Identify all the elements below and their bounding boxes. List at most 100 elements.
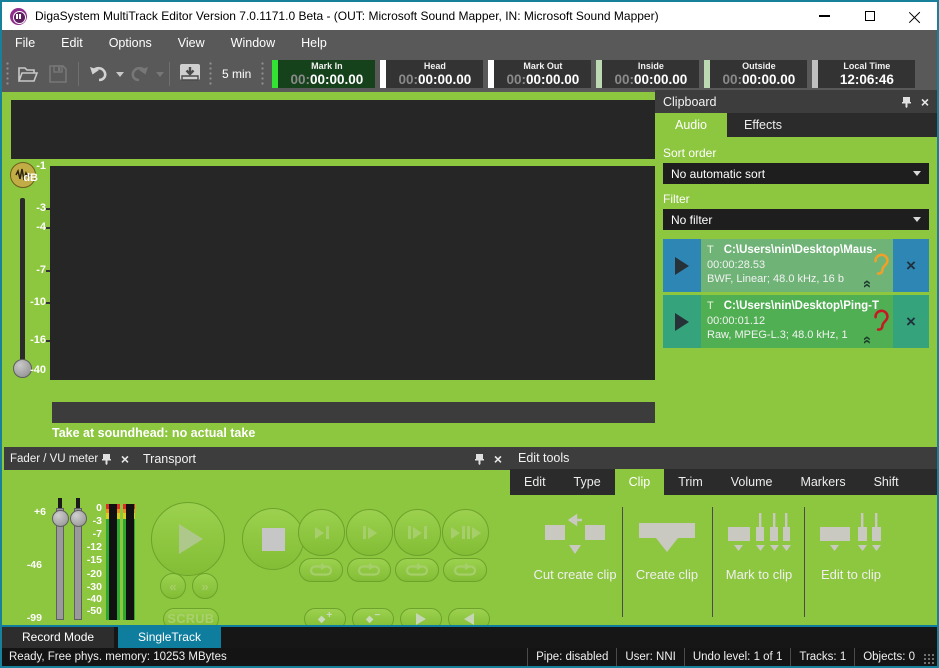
clipboard-tabs: Audio Effects xyxy=(655,113,937,137)
panel-close-icon[interactable]: × xyxy=(494,452,502,466)
waveform-display[interactable] xyxy=(50,166,657,380)
menu-view[interactable]: View xyxy=(165,30,218,56)
play-button[interactable] xyxy=(151,502,225,576)
import-button[interactable] xyxy=(175,59,205,89)
clip-play-button[interactable] xyxy=(663,295,701,348)
stop-button[interactable] xyxy=(242,508,304,570)
sort-order-select[interactable]: No automatic sort xyxy=(663,163,929,184)
toolbar-grip[interactable] xyxy=(5,61,10,87)
redo-dropdown-caret[interactable] xyxy=(156,72,164,77)
clip-item[interactable]: T C:\Users\nin\Desktop\Maus- 00:00:28.53… xyxy=(663,239,929,292)
menu-help[interactable]: Help xyxy=(288,30,340,56)
db-unit-label: dB xyxy=(18,172,38,184)
collapse-chevrons-icon[interactable]: « xyxy=(861,280,873,288)
resize-grip[interactable] xyxy=(923,653,935,665)
rewind-button[interactable]: « xyxy=(160,573,186,599)
tab-type[interactable]: Type xyxy=(560,469,615,495)
filter-value: No filter xyxy=(671,213,712,227)
panel-close-icon[interactable]: × xyxy=(121,452,129,466)
listen-ear-icon[interactable] xyxy=(873,253,890,277)
window-title: DigaSystem MultiTrack Editor Version 7.0… xyxy=(35,9,659,23)
time-display-outside[interactable]: Outside 00:00:00.00 xyxy=(704,60,807,88)
tool-label: Create clip xyxy=(636,567,698,582)
time-display-local-time[interactable]: Local Time 12:06:46 xyxy=(812,60,915,88)
tool-label: Cut create clip xyxy=(533,567,616,582)
tab-record-mode[interactable]: Record Mode xyxy=(2,627,114,648)
clip-remove-button[interactable]: × xyxy=(893,239,929,292)
time-value: 00:00.00 xyxy=(742,72,795,87)
time-value: 00:00.00 xyxy=(634,72,687,87)
undo-icon xyxy=(88,65,110,83)
menu-window[interactable]: Window xyxy=(218,30,288,56)
pin-icon[interactable] xyxy=(902,96,911,108)
tab-markers[interactable]: Markers xyxy=(786,469,859,495)
tab-effects[interactable]: Effects xyxy=(727,113,799,137)
divider xyxy=(804,507,805,617)
tab-edit[interactable]: Edit xyxy=(510,469,560,495)
create-clip-button[interactable]: Create clip xyxy=(622,509,712,582)
loop-button[interactable] xyxy=(395,558,439,582)
tool-label: Edit to clip xyxy=(821,567,881,582)
play-between-marks-button[interactable] xyxy=(394,509,441,556)
redo-button[interactable] xyxy=(124,59,154,89)
time-prefix: 00: xyxy=(398,72,418,87)
menu-edit[interactable]: Edit xyxy=(48,30,96,56)
mark-to-clip-button[interactable]: Mark to clip xyxy=(714,509,804,582)
collapse-chevrons-icon[interactable]: « xyxy=(861,336,873,344)
filter-select[interactable]: No filter xyxy=(663,209,929,230)
time-prefix: 00: xyxy=(290,72,310,87)
toolbar-grip[interactable] xyxy=(208,61,213,87)
loop-button[interactable] xyxy=(347,558,391,582)
menu-file[interactable]: File xyxy=(2,30,48,56)
time-display-head[interactable]: Head 00:00:00.00 xyxy=(380,60,483,88)
forward-button[interactable]: » xyxy=(192,573,218,599)
tab-volume[interactable]: Volume xyxy=(717,469,787,495)
time-value: 00:00.00 xyxy=(418,72,471,87)
toolbar-grip[interactable] xyxy=(260,61,265,87)
tab-singletrack[interactable]: SingleTrack xyxy=(118,627,221,648)
cut-create-clip-button[interactable]: Cut create clip xyxy=(530,509,620,582)
panel-title-text: Edit tools xyxy=(518,451,569,465)
edit-to-clip-button[interactable]: Edit to clip xyxy=(806,509,896,582)
pin-icon[interactable] xyxy=(475,453,484,465)
minimize-button[interactable] xyxy=(802,2,847,30)
undo-dropdown-caret[interactable] xyxy=(116,72,124,77)
status-user: User: NNI xyxy=(616,648,683,666)
play-to-mark-button[interactable] xyxy=(298,509,345,556)
status-objects: Objects: 0 xyxy=(854,648,923,666)
edit-tools-panel: Edit tools Edit Type Clip Trim Volume Ma… xyxy=(510,447,939,627)
tab-trim[interactable]: Trim xyxy=(664,469,717,495)
clip-play-button[interactable] xyxy=(663,239,701,292)
time-display-mark-out[interactable]: Mark Out 00:00:00.00 xyxy=(488,60,591,88)
clip-item[interactable]: T C:\Users\nin\Desktop\Ping-T 00:00:01.1… xyxy=(663,295,929,348)
save-button[interactable] xyxy=(43,59,73,89)
play-from-mark-button[interactable] xyxy=(346,509,393,556)
take-info-bar xyxy=(52,402,657,423)
open-button[interactable] xyxy=(13,59,43,89)
tab-audio[interactable]: Audio xyxy=(655,113,727,137)
panel-title-text: Fader / VU meter xyxy=(10,453,98,465)
db-zoom-slider-track[interactable] xyxy=(20,198,25,373)
app-logo-icon xyxy=(10,8,27,25)
loop-button[interactable] xyxy=(299,558,343,582)
maximize-button[interactable] xyxy=(847,2,892,30)
tab-shift[interactable]: Shift xyxy=(860,469,913,495)
panel-close-icon[interactable]: × xyxy=(921,95,929,109)
menu-options[interactable]: Options xyxy=(96,30,165,56)
listen-ear-icon[interactable] xyxy=(873,309,890,333)
time-display-inside[interactable]: Inside 00:00:00.00 xyxy=(596,60,699,88)
maximize-icon xyxy=(865,11,875,21)
time-display-mark-in[interactable]: Mark In 00:00:00.00 xyxy=(272,60,375,88)
track-header-bar[interactable] xyxy=(11,100,657,159)
undo-button[interactable] xyxy=(84,59,114,89)
loop-button[interactable] xyxy=(443,558,487,582)
close-button[interactable] xyxy=(892,2,937,30)
play-around-mark-button[interactable] xyxy=(442,509,489,556)
minimize-icon xyxy=(819,15,830,17)
clip-remove-button[interactable]: × xyxy=(893,295,929,348)
next-marker-icon xyxy=(416,613,426,625)
tab-clip[interactable]: Clip xyxy=(615,469,665,495)
pin-icon[interactable] xyxy=(102,453,111,465)
sort-order-label: Sort order xyxy=(663,146,929,160)
fader-knob[interactable] xyxy=(52,510,69,527)
